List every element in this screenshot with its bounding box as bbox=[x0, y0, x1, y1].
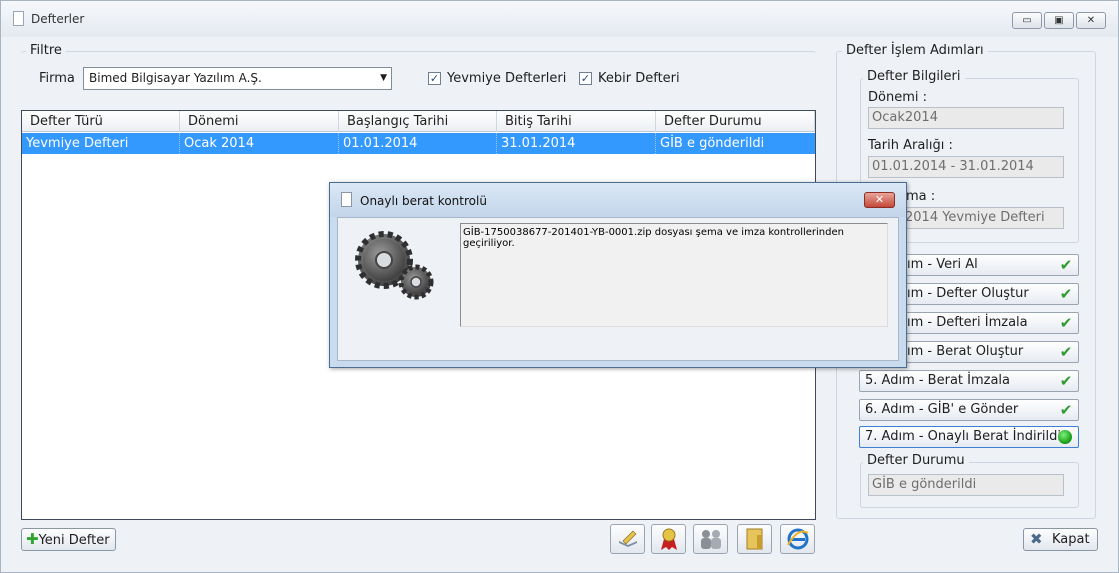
column-header[interactable]: Başlangıç Tarihi bbox=[339, 111, 497, 132]
grid-header: Defter Türü Dönemi Başlangıç Tarihi Biti… bbox=[22, 111, 815, 132]
kebir-checkbox[interactable]: ✓ bbox=[579, 72, 592, 85]
table-cell: GİB e gönderildi bbox=[660, 136, 765, 151]
column-header[interactable]: Bitiş Tarihi bbox=[497, 111, 656, 132]
gears-icon bbox=[348, 222, 448, 308]
close-window-button[interactable]: ✕ bbox=[1076, 12, 1106, 29]
table-cell: Yevmiye Defteri bbox=[22, 133, 180, 154]
check-icon: ✔ bbox=[1059, 314, 1073, 332]
step-label: 7. Adım - Onaylı Berat İndirildi bbox=[865, 429, 1061, 444]
title-bar: Defterler ▭ ▣ ✕ bbox=[1, 1, 1118, 37]
dialog-message: GİB-1750038677-201401-YB-0001.zip dosyas… bbox=[460, 223, 888, 327]
donem-label: Dönemi : bbox=[868, 90, 927, 105]
tarih-label: Tarih Aralığı : bbox=[868, 138, 953, 153]
yevmiye-checkbox[interactable]: ✓ bbox=[428, 72, 441, 85]
chevron-down-icon: ▼ bbox=[380, 73, 387, 83]
aciklama-label: ma : bbox=[906, 189, 936, 204]
info-group-title: Defter Bilgileri bbox=[863, 69, 965, 84]
check-icon: ✔ bbox=[1059, 285, 1073, 303]
new-defter-button[interactable]: ✚Yeni Defter bbox=[21, 528, 116, 551]
step-label: 5. Adım - Berat İmzala bbox=[865, 373, 1011, 388]
donem-field[interactable]: Ocak2014 bbox=[868, 107, 1064, 129]
column-header[interactable]: Dönemi bbox=[180, 111, 339, 132]
step-label: ım - Defter Oluştur bbox=[907, 286, 1029, 301]
document-icon bbox=[13, 11, 24, 26]
berat-control-dialog: Onaylı berat kontrolü ✕ GİB-1750038677-2… bbox=[329, 182, 907, 368]
dialog-title-bar: Onaylı berat kontrolü ✕ bbox=[330, 183, 906, 217]
minimize-button[interactable]: ▭ bbox=[1012, 12, 1042, 29]
folder-icon[interactable] bbox=[737, 524, 772, 554]
dialog-close-button[interactable]: ✕ bbox=[864, 192, 895, 208]
column-header[interactable]: Defter Türü bbox=[22, 111, 180, 132]
kebir-label: Kebir Defteri bbox=[598, 71, 680, 86]
edit-book-icon[interactable] bbox=[610, 524, 645, 554]
step-7-button[interactable]: 7. Adım - Onaylı Berat İndirildi bbox=[859, 426, 1079, 448]
status-dot-icon bbox=[1058, 430, 1072, 444]
new-defter-label: Yeni Defter bbox=[38, 533, 110, 548]
step-label: ım - Defteri İmzala bbox=[907, 315, 1028, 330]
maximize-button[interactable]: ▣ bbox=[1044, 12, 1074, 29]
browser-icon[interactable] bbox=[780, 524, 815, 554]
step-label: ım - Berat Oluştur bbox=[907, 344, 1024, 359]
step-5-button[interactable]: 5. Adım - Berat İmzala ✔ bbox=[859, 370, 1079, 392]
dialog-body: GİB-1750038677-201401-YB-0001.zip dosyas… bbox=[337, 217, 899, 361]
steps-group-title: Defter İşlem Adımları bbox=[842, 43, 988, 58]
firma-value: Bimed Bilgisayar Yazılım A.Ş. bbox=[89, 71, 262, 85]
plus-icon: ✚ bbox=[26, 530, 39, 548]
step-6-button[interactable]: 6. Adım - GİB' e Gönder ✔ bbox=[859, 399, 1079, 421]
column-header[interactable]: Defter Durumu bbox=[656, 111, 815, 132]
ribbon-award-icon[interactable] bbox=[651, 524, 686, 554]
table-cell: Ocak 2014 bbox=[180, 133, 339, 154]
tarih-field[interactable]: 01.01.2014 - 31.01.2014 bbox=[868, 156, 1064, 178]
firma-label: Firma bbox=[39, 71, 75, 86]
check-icon: ✔ bbox=[1059, 343, 1073, 361]
check-icon: ✔ bbox=[1059, 401, 1073, 419]
firma-combobox[interactable]: Bimed Bilgisayar Yazılım A.Ş. ▼ bbox=[83, 67, 392, 90]
kapat-button[interactable]: ✖ Kapat bbox=[1023, 528, 1098, 551]
status-field[interactable]: GİB e gönderildi bbox=[868, 474, 1064, 496]
yevmiye-label: Yevmiye Defterleri bbox=[447, 71, 567, 86]
close-x-icon: ✖ bbox=[1030, 530, 1043, 548]
table-cell: 31.01.2014 bbox=[497, 133, 656, 154]
table-cell: 01.01.2014 bbox=[339, 133, 497, 154]
people-icon[interactable] bbox=[693, 524, 728, 554]
check-icon: ✔ bbox=[1059, 256, 1073, 274]
table-row[interactable]: Yevmiye Defteri Ocak 2014 01.01.2014 31.… bbox=[22, 133, 815, 154]
defterler-window: Defterler ▭ ▣ ✕ Filtre Firma Bimed Bilgi… bbox=[0, 0, 1119, 573]
step-label: 6. Adım - GİB' e Gönder bbox=[865, 402, 1019, 417]
filter-group-title: Filtre bbox=[26, 43, 66, 58]
kapat-label: Kapat bbox=[1052, 532, 1090, 547]
dialog-title: Onaylı berat kontrolü bbox=[360, 194, 487, 208]
step-label: ım - Veri Al bbox=[907, 257, 978, 272]
check-icon: ✔ bbox=[1059, 372, 1073, 390]
window-title: Defterler bbox=[31, 12, 85, 26]
document-icon bbox=[341, 192, 352, 207]
status-group-title: Defter Durumu bbox=[863, 453, 969, 468]
